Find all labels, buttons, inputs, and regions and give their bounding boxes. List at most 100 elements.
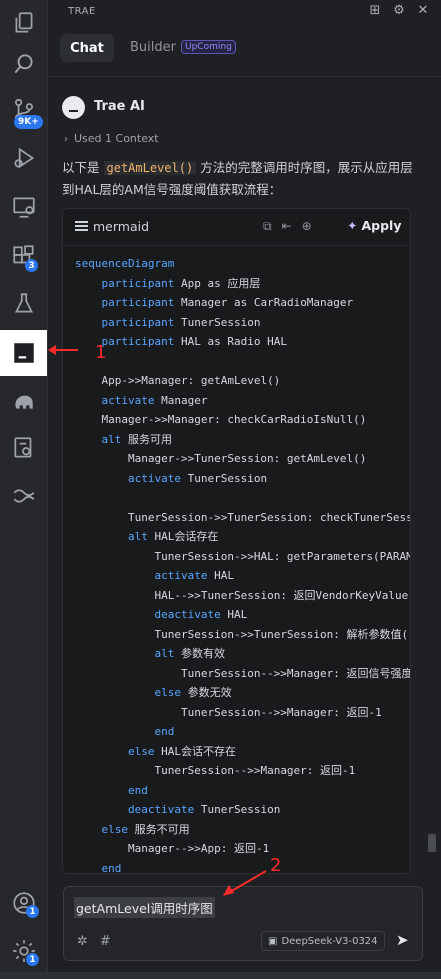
code-text: Manager->>Manager: checkCarRadioIsNull() (101, 413, 367, 426)
code-keyword: activate (101, 393, 155, 407)
code-keyword: end (101, 861, 122, 874)
code-line: deactivate TunerSession (75, 800, 410, 820)
code-line: Manager->>TunerSession: getAmLevel() (75, 449, 410, 469)
extensions-icon[interactable]: 3 (0, 233, 47, 279)
source-control-badge: 9K+ (14, 115, 43, 129)
code-text: TunerSession (194, 803, 281, 816)
code-text: TunerSession->>HAL: getParameters(PARAM (154, 549, 411, 563)
code-line: sequenceDiagram (75, 254, 410, 274)
run-debug-icon[interactable] (0, 135, 47, 181)
code-line: TunerSession-->>Manager: 返回信号强度 (75, 664, 411, 684)
insert-icon[interactable]: ⇤ (282, 219, 292, 234)
new-chat-icon[interactable]: ⊞ (367, 2, 383, 18)
code-line: participant TunerSession (75, 313, 410, 333)
code-text: TunerSession (180, 471, 268, 485)
account-badge: 1 (26, 905, 39, 918)
code-line: App->>Manager: getAmLevel() (75, 371, 410, 391)
code-language: mermaid (93, 219, 150, 234)
tab-chat[interactable]: Chat (60, 34, 114, 62)
code-line: TunerSession->>TunerSession: 解析参数值( (75, 625, 410, 645)
code-text: 服务不可用 (128, 822, 190, 836)
code-line: TunerSession->>TunerSession: checkTunerS… (75, 508, 410, 528)
code-text: App->>Manager: getAmLevel() (101, 374, 281, 387)
code-line: participant Manager as CarRadioManager (75, 293, 410, 313)
code-keyword: else (101, 822, 129, 836)
code-text: 服务可用 (121, 432, 172, 446)
send-icon[interactable]: ➤ (396, 931, 409, 949)
code-line: participant HAL as Radio HAL (75, 332, 410, 352)
context-toggle[interactable]: › Used 1 Context (64, 132, 159, 145)
code-block-header: mermaid ⧉ ⇤ ⊕ ✦ Apply (63, 209, 410, 246)
copy-icon[interactable]: ⧉ (263, 219, 272, 234)
code-text: HAL (220, 608, 248, 621)
account-icon[interactable]: 1 (0, 880, 47, 926)
new-file-icon[interactable]: ⊕ (302, 219, 312, 234)
code-text: 参数无效 (180, 686, 232, 699)
code-content: sequenceDiagram participant App as 应用层 p… (75, 254, 411, 874)
code-keyword: deactivate (127, 803, 195, 816)
code-keyword: alt (101, 432, 122, 446)
code-keyword: participant (101, 335, 175, 348)
elephant-icon[interactable] (0, 378, 47, 424)
apply-button[interactable]: ✦ Apply (347, 218, 402, 233)
code-line: else 参数无效 (75, 683, 410, 703)
code-keyword: participant (101, 276, 175, 290)
close-icon[interactable]: ✕ (415, 2, 431, 18)
code-keyword: sequenceDiagram (75, 257, 175, 270)
annotation-arrow-1 (48, 345, 78, 355)
code-keyword: else (127, 744, 155, 758)
code-keyword: participant (101, 296, 175, 309)
query-text[interactable]: getAmLevel调用时序图 (74, 897, 215, 918)
code-line: HAL-->>TunerSession: 返回VendorKeyValue (75, 586, 410, 606)
code-line: activate TunerSession (75, 469, 410, 489)
apply-label: Apply (361, 218, 402, 233)
explorer-icon[interactable] (0, 0, 47, 46)
cube-icon: ▣ (268, 935, 278, 947)
code-keyword: participant (101, 315, 175, 329)
code-line: deactivate HAL (75, 605, 410, 625)
hash-icon[interactable]: # (100, 934, 111, 949)
code-line: alt 服务可用 (75, 430, 410, 450)
code-line: alt 参数有效 (75, 644, 410, 664)
sparkle-tool-icon[interactable]: ✲ (77, 934, 88, 949)
manage-gear-icon[interactable]: 1 (0, 928, 47, 974)
remote-explorer-icon[interactable] (0, 184, 47, 230)
divider (48, 76, 441, 77)
desc-prefix: 以下是 (62, 160, 100, 175)
code-text: TunerSession-->>Manager: 返回-1 (180, 705, 382, 719)
settings-icon[interactable]: ⚙ (391, 2, 407, 18)
waves-icon[interactable] (0, 473, 47, 519)
code-line: end (75, 781, 410, 801)
code-line: TunerSession->>HAL: getParameters(PARAM (75, 547, 411, 567)
tab-builder[interactable]: Builder (130, 40, 176, 55)
code-text: Manager (154, 393, 208, 407)
message-description: 以下是 getAmLevel() 方法的完整调用时序图，展示从应用层到HAL层的… (62, 157, 422, 200)
code-keyword: activate (154, 569, 208, 582)
composer-tools: ✲ # (77, 934, 111, 949)
code-line: end (75, 722, 410, 742)
code-keyword: deactivate (154, 608, 221, 621)
testing-icon[interactable] (0, 281, 47, 327)
code-text: HAL (207, 569, 234, 582)
model-selector[interactable]: ▣ DeepSeek-V3-0324 (261, 931, 385, 951)
search-icon[interactable] (0, 41, 47, 87)
scrollbar-thumb[interactable] (428, 834, 436, 852)
code-text: HAL会话存在 (147, 530, 219, 543)
activity-bar: 9K+ 3 1 1 (0, 0, 48, 979)
code-text: Manager-->>App: 返回-1 (127, 842, 270, 855)
code-text: HAL-->>TunerSession: 返回VendorKeyValue (154, 588, 409, 602)
manage-badge: 1 (26, 953, 39, 966)
annotation-number-1: 1 (95, 342, 107, 363)
trae-ai-icon[interactable] (0, 330, 47, 376)
code-keyword: end (154, 725, 175, 738)
code-line: Manager-->>App: 返回-1 (75, 839, 410, 859)
panel-title-actions: ⊞ ⚙ ✕ (367, 2, 431, 18)
source-control-icon[interactable]: 9K+ (0, 87, 47, 133)
settings-sync-icon[interactable] (0, 425, 47, 471)
upcoming-badge: UpComing (181, 40, 236, 54)
code-line: activate HAL (75, 566, 410, 586)
code-keyword: alt (127, 530, 148, 543)
code-line: TunerSession-->>Manager: 返回-1 (75, 703, 410, 723)
code-text: TunerSession-->>Manager: 返回信号强度 (180, 666, 411, 680)
